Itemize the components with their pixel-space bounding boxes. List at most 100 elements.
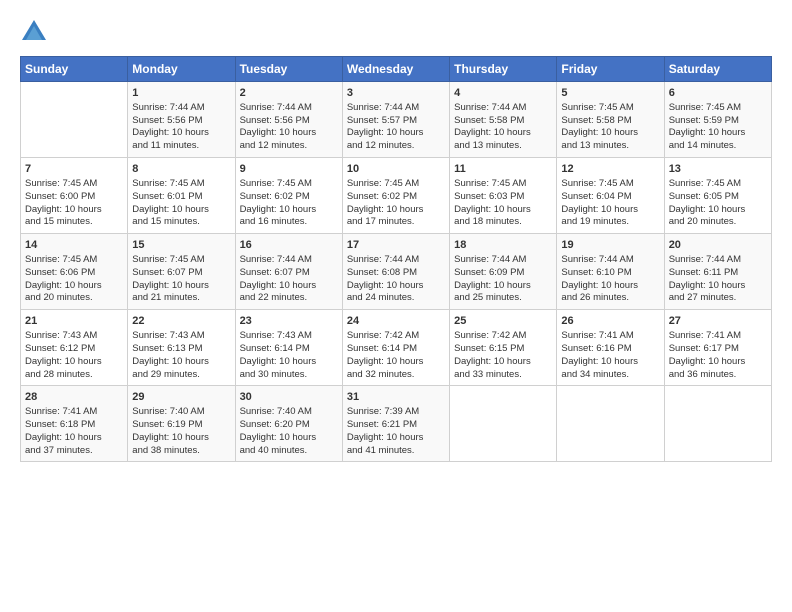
day-info: Sunrise: 7:45 AM Sunset: 6:01 PM Dayligh…	[132, 178, 230, 229]
day-info: Sunrise: 7:44 AM Sunset: 6:09 PM Dayligh…	[454, 254, 552, 305]
day-number: 26	[561, 314, 659, 329]
day-cell: 8Sunrise: 7:45 AM Sunset: 6:01 PM Daylig…	[128, 158, 235, 234]
day-number: 13	[669, 162, 767, 177]
page: SundayMondayTuesdayWednesdayThursdayFrid…	[0, 0, 792, 612]
day-info: Sunrise: 7:44 AM Sunset: 6:11 PM Dayligh…	[669, 254, 767, 305]
day-info: Sunrise: 7:40 AM Sunset: 6:19 PM Dayligh…	[132, 406, 230, 457]
day-number: 14	[25, 238, 123, 253]
day-info: Sunrise: 7:45 AM Sunset: 6:06 PM Dayligh…	[25, 254, 123, 305]
header-cell-saturday: Saturday	[664, 57, 771, 82]
day-cell: 18Sunrise: 7:44 AM Sunset: 6:09 PM Dayli…	[450, 234, 557, 310]
day-info: Sunrise: 7:45 AM Sunset: 6:03 PM Dayligh…	[454, 178, 552, 229]
day-cell: 16Sunrise: 7:44 AM Sunset: 6:07 PM Dayli…	[235, 234, 342, 310]
day-cell: 17Sunrise: 7:44 AM Sunset: 6:08 PM Dayli…	[342, 234, 449, 310]
day-number: 31	[347, 390, 445, 405]
day-info: Sunrise: 7:45 AM Sunset: 6:07 PM Dayligh…	[132, 254, 230, 305]
calendar-table: SundayMondayTuesdayWednesdayThursdayFrid…	[20, 56, 772, 462]
day-info: Sunrise: 7:44 AM Sunset: 6:08 PM Dayligh…	[347, 254, 445, 305]
day-cell	[664, 386, 771, 462]
day-info: Sunrise: 7:44 AM Sunset: 6:10 PM Dayligh…	[561, 254, 659, 305]
day-info: Sunrise: 7:42 AM Sunset: 6:14 PM Dayligh…	[347, 330, 445, 381]
day-number: 28	[25, 390, 123, 405]
week-row-4: 21Sunrise: 7:43 AM Sunset: 6:12 PM Dayli…	[21, 310, 772, 386]
day-info: Sunrise: 7:43 AM Sunset: 6:13 PM Dayligh…	[132, 330, 230, 381]
day-cell	[557, 386, 664, 462]
day-cell: 21Sunrise: 7:43 AM Sunset: 6:12 PM Dayli…	[21, 310, 128, 386]
day-number: 18	[454, 238, 552, 253]
day-cell: 13Sunrise: 7:45 AM Sunset: 6:05 PM Dayli…	[664, 158, 771, 234]
day-cell: 23Sunrise: 7:43 AM Sunset: 6:14 PM Dayli…	[235, 310, 342, 386]
day-info: Sunrise: 7:44 AM Sunset: 5:56 PM Dayligh…	[240, 102, 338, 153]
day-number: 30	[240, 390, 338, 405]
day-number: 29	[132, 390, 230, 405]
logo-icon	[20, 18, 48, 46]
day-number: 3	[347, 86, 445, 101]
day-cell: 26Sunrise: 7:41 AM Sunset: 6:16 PM Dayli…	[557, 310, 664, 386]
day-cell: 27Sunrise: 7:41 AM Sunset: 6:17 PM Dayli…	[664, 310, 771, 386]
day-info: Sunrise: 7:40 AM Sunset: 6:20 PM Dayligh…	[240, 406, 338, 457]
week-row-2: 7Sunrise: 7:45 AM Sunset: 6:00 PM Daylig…	[21, 158, 772, 234]
calendar-body: 1Sunrise: 7:44 AM Sunset: 5:56 PM Daylig…	[21, 82, 772, 462]
day-number: 12	[561, 162, 659, 177]
header-cell-thursday: Thursday	[450, 57, 557, 82]
day-cell: 3Sunrise: 7:44 AM Sunset: 5:57 PM Daylig…	[342, 82, 449, 158]
day-number: 5	[561, 86, 659, 101]
day-number: 1	[132, 86, 230, 101]
header-row: SundayMondayTuesdayWednesdayThursdayFrid…	[21, 57, 772, 82]
day-cell: 9Sunrise: 7:45 AM Sunset: 6:02 PM Daylig…	[235, 158, 342, 234]
header-cell-friday: Friday	[557, 57, 664, 82]
day-cell: 5Sunrise: 7:45 AM Sunset: 5:58 PM Daylig…	[557, 82, 664, 158]
day-cell: 15Sunrise: 7:45 AM Sunset: 6:07 PM Dayli…	[128, 234, 235, 310]
day-number: 23	[240, 314, 338, 329]
day-cell: 29Sunrise: 7:40 AM Sunset: 6:19 PM Dayli…	[128, 386, 235, 462]
day-number: 2	[240, 86, 338, 101]
day-info: Sunrise: 7:41 AM Sunset: 6:17 PM Dayligh…	[669, 330, 767, 381]
day-number: 11	[454, 162, 552, 177]
header	[20, 18, 772, 46]
day-info: Sunrise: 7:45 AM Sunset: 6:02 PM Dayligh…	[347, 178, 445, 229]
day-number: 7	[25, 162, 123, 177]
day-info: Sunrise: 7:43 AM Sunset: 6:12 PM Dayligh…	[25, 330, 123, 381]
day-number: 27	[669, 314, 767, 329]
day-info: Sunrise: 7:43 AM Sunset: 6:14 PM Dayligh…	[240, 330, 338, 381]
day-cell: 12Sunrise: 7:45 AM Sunset: 6:04 PM Dayli…	[557, 158, 664, 234]
header-cell-monday: Monday	[128, 57, 235, 82]
day-number: 16	[240, 238, 338, 253]
day-cell: 28Sunrise: 7:41 AM Sunset: 6:18 PM Dayli…	[21, 386, 128, 462]
day-number: 25	[454, 314, 552, 329]
day-number: 8	[132, 162, 230, 177]
day-info: Sunrise: 7:44 AM Sunset: 5:57 PM Dayligh…	[347, 102, 445, 153]
day-number: 19	[561, 238, 659, 253]
day-cell: 30Sunrise: 7:40 AM Sunset: 6:20 PM Dayli…	[235, 386, 342, 462]
day-info: Sunrise: 7:45 AM Sunset: 6:00 PM Dayligh…	[25, 178, 123, 229]
day-cell: 11Sunrise: 7:45 AM Sunset: 6:03 PM Dayli…	[450, 158, 557, 234]
day-info: Sunrise: 7:45 AM Sunset: 6:02 PM Dayligh…	[240, 178, 338, 229]
day-number: 15	[132, 238, 230, 253]
day-info: Sunrise: 7:44 AM Sunset: 5:56 PM Dayligh…	[132, 102, 230, 153]
day-cell: 4Sunrise: 7:44 AM Sunset: 5:58 PM Daylig…	[450, 82, 557, 158]
header-cell-tuesday: Tuesday	[235, 57, 342, 82]
day-cell: 2Sunrise: 7:44 AM Sunset: 5:56 PM Daylig…	[235, 82, 342, 158]
day-info: Sunrise: 7:45 AM Sunset: 6:05 PM Dayligh…	[669, 178, 767, 229]
day-info: Sunrise: 7:44 AM Sunset: 5:58 PM Dayligh…	[454, 102, 552, 153]
day-info: Sunrise: 7:45 AM Sunset: 6:04 PM Dayligh…	[561, 178, 659, 229]
day-cell: 1Sunrise: 7:44 AM Sunset: 5:56 PM Daylig…	[128, 82, 235, 158]
header-cell-sunday: Sunday	[21, 57, 128, 82]
day-cell: 7Sunrise: 7:45 AM Sunset: 6:00 PM Daylig…	[21, 158, 128, 234]
logo	[20, 18, 52, 46]
day-info: Sunrise: 7:42 AM Sunset: 6:15 PM Dayligh…	[454, 330, 552, 381]
day-info: Sunrise: 7:44 AM Sunset: 6:07 PM Dayligh…	[240, 254, 338, 305]
day-cell: 6Sunrise: 7:45 AM Sunset: 5:59 PM Daylig…	[664, 82, 771, 158]
week-row-5: 28Sunrise: 7:41 AM Sunset: 6:18 PM Dayli…	[21, 386, 772, 462]
day-number: 9	[240, 162, 338, 177]
day-info: Sunrise: 7:41 AM Sunset: 6:16 PM Dayligh…	[561, 330, 659, 381]
day-info: Sunrise: 7:45 AM Sunset: 5:58 PM Dayligh…	[561, 102, 659, 153]
day-number: 21	[25, 314, 123, 329]
day-number: 10	[347, 162, 445, 177]
day-info: Sunrise: 7:39 AM Sunset: 6:21 PM Dayligh…	[347, 406, 445, 457]
day-number: 20	[669, 238, 767, 253]
day-number: 24	[347, 314, 445, 329]
day-number: 6	[669, 86, 767, 101]
day-cell: 31Sunrise: 7:39 AM Sunset: 6:21 PM Dayli…	[342, 386, 449, 462]
day-cell: 20Sunrise: 7:44 AM Sunset: 6:11 PM Dayli…	[664, 234, 771, 310]
